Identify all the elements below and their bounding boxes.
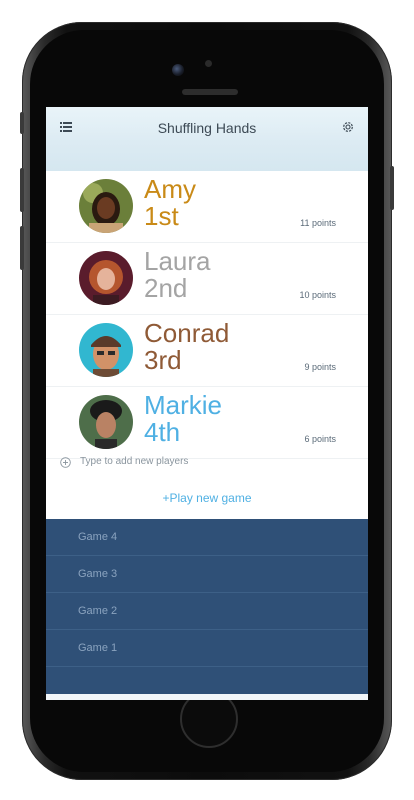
- player-row-amy[interactable]: Amy 1st 11 points: [46, 171, 368, 243]
- player-row-markie[interactable]: Markie 4th 6 points: [46, 387, 368, 459]
- front-camera: [172, 64, 184, 76]
- add-player-input[interactable]: Type to add new players: [80, 456, 188, 467]
- plus-circle-icon[interactable]: [60, 457, 71, 468]
- player-points: 6 points: [304, 434, 336, 444]
- top-bar: Shuffling Hands: [46, 107, 368, 171]
- game-label: Game 4: [78, 531, 118, 543]
- game-item[interactable]: Game 3: [46, 556, 368, 593]
- player-name: Amy: [144, 174, 196, 204]
- phone-device: Shuffling Hands Amy 1st 11 points Laura …: [22, 22, 392, 780]
- gear-icon[interactable]: [341, 120, 355, 134]
- player-points: 11 points: [300, 218, 336, 228]
- avatar: [79, 395, 133, 449]
- app-screen: Shuffling Hands Amy 1st 11 points Laura …: [46, 107, 368, 700]
- player-name: Conrad: [144, 318, 230, 348]
- player-name: Markie: [144, 390, 223, 420]
- games-list: Game 4 Game 3 Game 2 Game 1: [46, 519, 368, 700]
- player-row-laura[interactable]: Laura 2nd 10 points: [46, 243, 368, 315]
- player-row-conrad[interactable]: Conrad 3rd 9 points: [46, 315, 368, 387]
- page-title: Shuffling Hands: [157, 120, 257, 136]
- power-button: [390, 166, 394, 210]
- player-rank: 3rd: [144, 345, 182, 375]
- volume-down-button: [20, 226, 24, 270]
- avatar: [79, 323, 133, 377]
- volume-up-button: [20, 168, 24, 212]
- avatar: [79, 179, 133, 233]
- game-item[interactable]: Game 1: [46, 630, 368, 667]
- avatar: [79, 251, 133, 305]
- game-item[interactable]: Game 2: [46, 593, 368, 630]
- add-player-row[interactable]: Type to add new players: [46, 455, 368, 475]
- game-label: Game 3: [78, 568, 118, 580]
- player-points: 10 points: [299, 290, 336, 300]
- proximity-sensor: [205, 60, 212, 67]
- game-label: Game 1: [78, 642, 118, 654]
- bottom-strip: [46, 694, 368, 700]
- player-list: Amy 1st 11 points Laura 2nd 10 points Co…: [46, 171, 368, 459]
- player-rank: 1st: [144, 201, 179, 231]
- play-new-game-button[interactable]: +Play new game: [46, 491, 368, 505]
- player-rank: 4th: [144, 417, 181, 447]
- player-points: 9 points: [304, 362, 336, 372]
- game-label: Game 2: [78, 605, 118, 617]
- game-item[interactable]: Game 4: [46, 519, 368, 556]
- player-rank: 2nd: [144, 273, 188, 303]
- mute-switch: [20, 112, 24, 134]
- player-name: Laura: [144, 246, 211, 276]
- earpiece-speaker: [182, 89, 238, 95]
